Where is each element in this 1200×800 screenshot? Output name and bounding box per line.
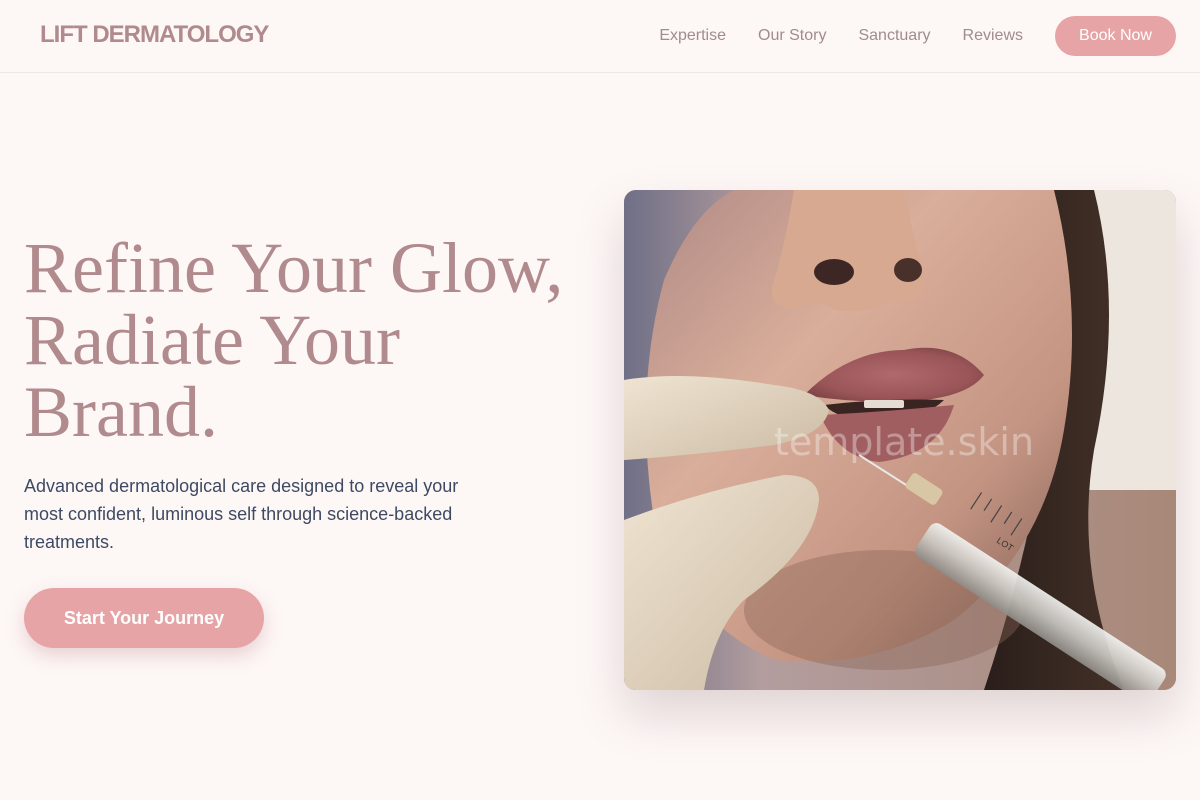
- hero-photo: LOT template.skin: [624, 190, 1176, 690]
- lip-injection-photo: LOT template.skin: [624, 190, 1176, 690]
- nav-link-our-story[interactable]: Our Story: [758, 26, 826, 46]
- watermark-text: template.skin: [774, 420, 1034, 464]
- main-nav: Expertise Our Story Sanctuary Reviews Bo…: [659, 16, 1176, 56]
- hero-title-line: Radiate Your: [24, 300, 400, 380]
- hero-title-line: Refine Your Glow,: [24, 228, 564, 308]
- hero-title-line: Brand.: [24, 372, 218, 452]
- start-journey-button[interactable]: Start Your Journey: [24, 588, 264, 648]
- hero-title: Refine Your Glow, Radiate Your Brand.: [24, 232, 604, 448]
- brand-logo[interactable]: LIFT DERMATOLOGY: [40, 21, 269, 49]
- hero-subtitle: Advanced dermatological care designed to…: [24, 476, 459, 552]
- nav-link-sanctuary[interactable]: Sanctuary: [858, 26, 930, 46]
- book-now-button[interactable]: Book Now: [1055, 16, 1176, 56]
- nav-link-expertise[interactable]: Expertise: [659, 26, 726, 46]
- nav-link-reviews[interactable]: Reviews: [963, 26, 1023, 46]
- site-header: LIFT DERMATOLOGY Expertise Our Story San…: [0, 0, 1200, 73]
